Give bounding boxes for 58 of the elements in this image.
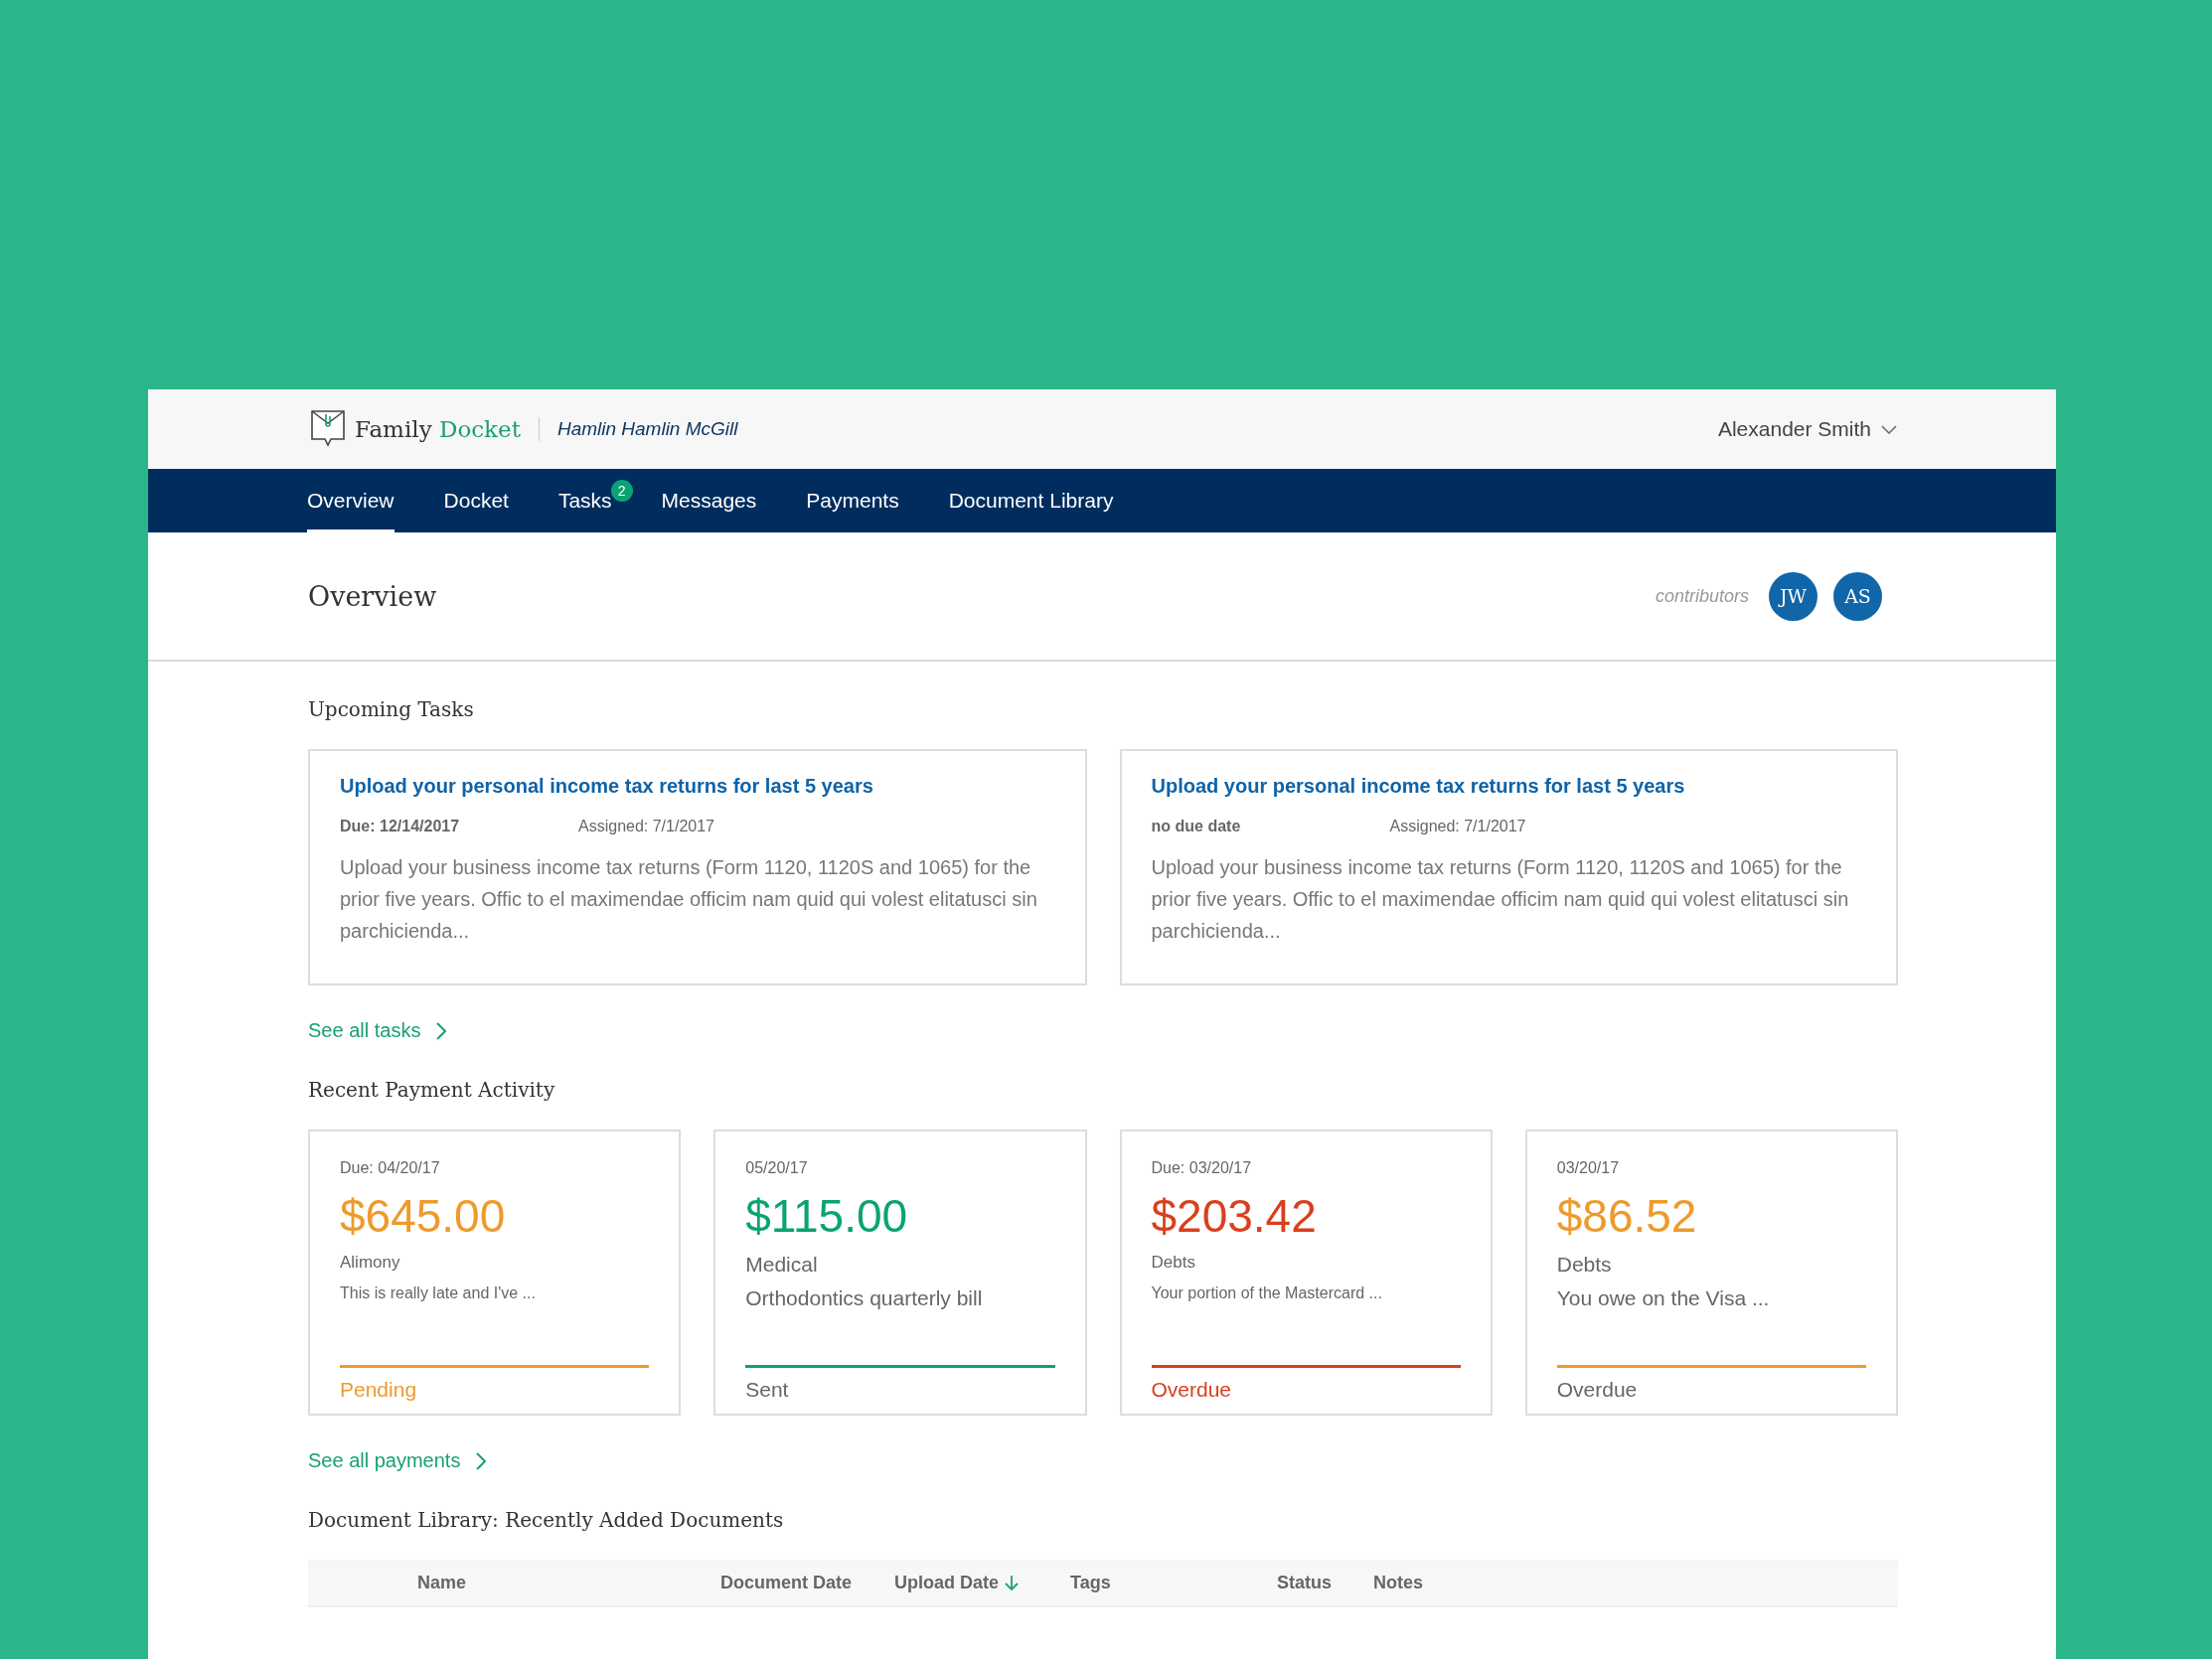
section-heading: Upcoming Tasks: [308, 697, 475, 721]
payment-note: You owe on the Visa ...: [1556, 1286, 1771, 1310]
nav-tab[interactable]: Docket: [418, 469, 534, 532]
column-header[interactable]: Document Date: [720, 1560, 894, 1606]
payment-date: Due: 04/20/17: [340, 1159, 441, 1177]
payment-amount: $115.00: [745, 1189, 909, 1243]
column-header[interactable]: Upload Date: [894, 1560, 1070, 1606]
payment-note: This is really late and I've ...: [340, 1284, 537, 1302]
section-heading: Recent Payment Activity: [308, 1078, 556, 1102]
user-menu[interactable]: Alexander Smith: [1717, 417, 1897, 441]
nav-tab[interactable]: Payments: [781, 469, 924, 532]
nav-tab[interactable]: Document Library: [923, 469, 1139, 532]
envelope-logo-icon: [311, 409, 345, 449]
payment-category: Alimony: [340, 1253, 401, 1273]
task-description: Upload your business income tax returns (Form 1120, 1120S and 1065) for the prior five years. Offic to el maximendae officim nam quid qui volest elitatusci sin parchicienda...: [340, 855, 1038, 944]
page-title: Overview: [308, 580, 437, 612]
payment-category: Debts: [1556, 1253, 1613, 1277]
section-heading: Document Library: Recently Added Documents: [308, 1508, 785, 1532]
due-date: Due: 12/14/2017: [340, 818, 461, 835]
chevron-right-icon: [476, 1451, 487, 1470]
chevron-down-icon: [1881, 424, 1897, 434]
contributors-label: contributors: [1655, 585, 1749, 607]
sort-down-icon: [1005, 1575, 1019, 1590]
avatar[interactable]: AS: [1833, 571, 1882, 621]
column-header[interactable]: Notes: [1373, 1560, 1898, 1606]
column-header[interactable]: Tags: [1070, 1560, 1277, 1606]
payment-status: Overdue: [1556, 1377, 1639, 1403]
assigned-date: Assigned: 7/1/2017: [1389, 818, 1526, 835]
nav-tab[interactable]: Tasks 2: [533, 469, 637, 532]
payment-amount: $203.42: [1151, 1189, 1318, 1243]
due-date: no due date: [1151, 818, 1242, 835]
chevron-right-icon: [436, 1021, 447, 1040]
payment-category: Debts: [1151, 1253, 1196, 1273]
column-header[interactable]: Name: [308, 1560, 720, 1606]
task-description: Upload your business income tax returns (Form 1120, 1120S and 1065) for the prior five years. Offic to el maximendae officim nam quid qui volest elitatusci sin parchicienda...: [1151, 855, 1850, 944]
see-all-tasks-link[interactable]: See all tasks: [308, 1019, 447, 1042]
payment-status: Pending: [340, 1377, 418, 1403]
payment-amount: $86.52: [1556, 1189, 1698, 1243]
payment-status: Sent: [745, 1377, 790, 1403]
column-header[interactable]: Status: [1277, 1560, 1373, 1606]
payment-date: 05/20/17: [745, 1159, 809, 1177]
nav-tab[interactable]: Messages: [636, 469, 782, 532]
case-name: Hamlin Hamlin McGill: [556, 418, 738, 440]
assigned-date: Assigned: 7/1/2017: [578, 818, 714, 835]
brand-name: Family Docket: [355, 416, 521, 442]
payment-amount: $645.00: [340, 1189, 507, 1243]
payment-status: Overdue: [1151, 1377, 1233, 1403]
payment-note: Orthodontics quarterly bill: [745, 1286, 984, 1310]
payment-date: Due: 03/20/17: [1151, 1159, 1253, 1177]
avatar[interactable]: JW: [1769, 571, 1817, 621]
payment-date: 03/20/17: [1556, 1159, 1621, 1177]
payment-note: Your portion of the Mastercard ...: [1151, 1284, 1383, 1302]
see-all-payments-link[interactable]: See all payments: [308, 1449, 487, 1472]
task-title-link[interactable]: Upload your personal income tax returns for last 5 years: [1151, 775, 1866, 798]
task-title-link[interactable]: Upload your personal income tax returns for last 5 years: [340, 775, 1055, 798]
nav-tab[interactable]: Overview: [307, 469, 395, 532]
count-badge: 2: [610, 480, 633, 502]
payment-category: Medical: [745, 1253, 819, 1277]
